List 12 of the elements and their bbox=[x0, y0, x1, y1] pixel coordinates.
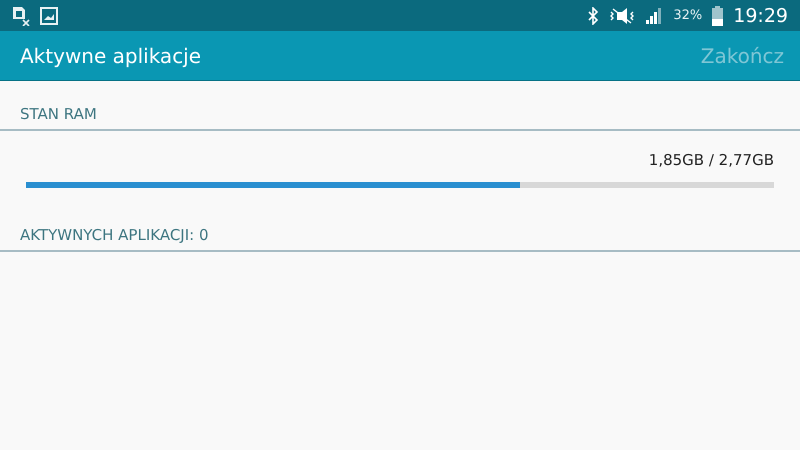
bluetooth-icon bbox=[587, 6, 600, 24]
section-header: STAN RAM bbox=[0, 81, 800, 131]
sim-card-icon bbox=[12, 6, 30, 26]
section-header: AKTYWNYCH APLIKACJI: 0 bbox=[0, 188, 800, 252]
screen-title: Aktywne aplikacje bbox=[20, 44, 202, 68]
clock: 19:29 bbox=[733, 4, 788, 26]
muted-vibrate-icon bbox=[609, 6, 636, 24]
signal-icon bbox=[645, 6, 664, 24]
image-icon bbox=[40, 6, 58, 24]
battery-icon bbox=[712, 6, 724, 26]
battery-percentage: 32% bbox=[673, 8, 702, 23]
ram-usage: 1,85GB / 2,77GB bbox=[648, 150, 775, 169]
